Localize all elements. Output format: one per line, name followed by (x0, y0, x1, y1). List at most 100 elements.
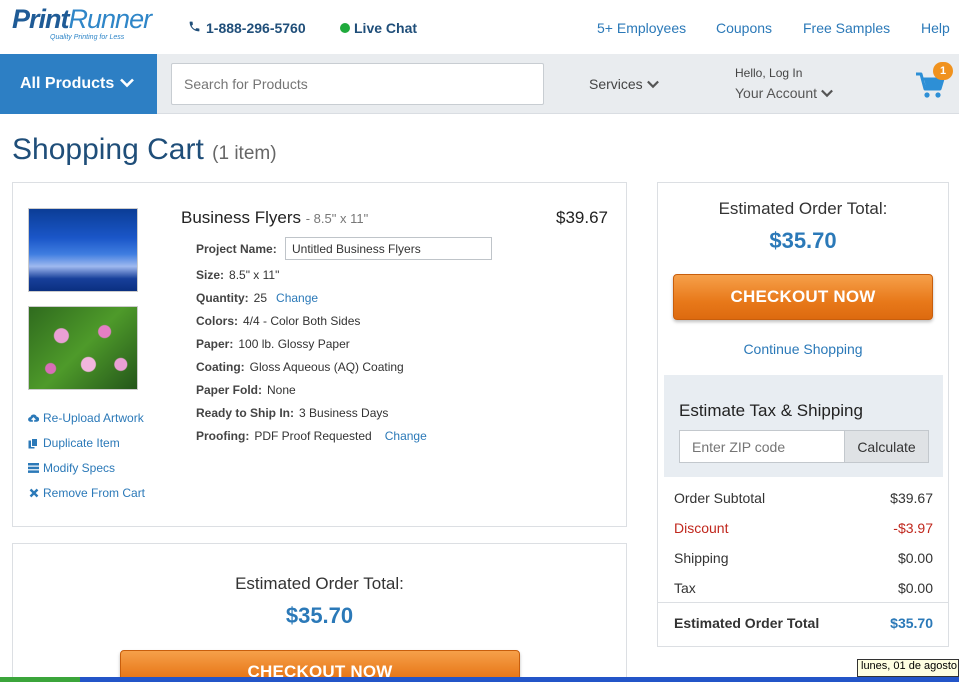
continue-shopping-link[interactable]: Continue Shopping (658, 341, 948, 357)
spec-row-size: Size: 8.5" x 11" (196, 268, 279, 282)
spec-row-colors: Colors: 4/4 - Color Both Sides (196, 314, 360, 328)
spec-label: Paper Fold: (196, 383, 263, 397)
subtotal-value: $39.67 (890, 490, 933, 506)
login-greeting[interactable]: Hello, Log In (735, 66, 802, 80)
page-title-text: Shopping Cart (12, 133, 204, 166)
change-quantity-link[interactable]: Change (276, 291, 318, 305)
spec-row-quantity: Quantity: 25 Change (196, 291, 318, 305)
product-size-suffix: - 8.5" x 11" (305, 211, 369, 226)
help-link[interactable]: Help (921, 20, 950, 36)
shipping-label: Shipping (674, 550, 729, 566)
order-total-label: Estimated Order Total (674, 615, 820, 631)
nav-bar: All Products Services Hello, Log In Your… (0, 54, 959, 114)
spec-value: 25 (253, 291, 268, 305)
logo-tagline: Quality Printing for Less (50, 34, 125, 41)
spec-row-paper-fold: Paper Fold: None (196, 383, 296, 397)
printrunner-logo[interactable]: PrintRunner (12, 4, 153, 35)
coupons-link[interactable]: Coupons (716, 20, 772, 36)
zip-code-input[interactable] (679, 430, 846, 463)
spec-value: 3 Business Days (299, 406, 389, 420)
tax-value: $0.00 (897, 580, 933, 596)
tax-label: Tax (674, 580, 696, 596)
spec-label: Coating: (196, 360, 245, 374)
total-divider (658, 602, 948, 603)
checkout-button[interactable]: CHECKOUT NOW (673, 274, 933, 320)
artwork-front-thumbnail[interactable] (28, 208, 138, 292)
spec-row-coating: Coating: Gloss Aqueous (AQ) Coating (196, 360, 404, 374)
product-title: Business Flyers - 8.5" x 11" (181, 208, 368, 228)
all-products-label: All Products (20, 75, 115, 92)
tax-shipping-box: Estimate Tax & Shipping Calculate (664, 375, 943, 477)
spec-row-ship-time: Ready to Ship In: 3 Business Days (196, 406, 388, 420)
product-price: $39.67 (556, 208, 608, 227)
search-input[interactable] (171, 63, 544, 105)
spec-value: 100 lb. Glossy Paper (238, 337, 350, 351)
list-icon (28, 463, 39, 474)
live-chat-link[interactable]: Live Chat (340, 20, 417, 36)
chevron-down-icon (120, 75, 135, 93)
spec-row-paper: Paper: 100 lb. Glossy Paper (196, 337, 350, 351)
cloud-upload-icon (28, 413, 39, 424)
phone-link[interactable]: 1-888-296-5760 (188, 20, 306, 36)
date-tooltip: lunes, 01 de agosto de (857, 659, 959, 677)
remove-from-cart-link[interactable]: Remove From Cart (28, 486, 145, 500)
estimated-total-label: Estimated Order Total: (718, 199, 888, 218)
spec-row-proofing: Proofing: PDF Proof Requested Change (196, 429, 427, 443)
logo-print-text: Print (12, 4, 70, 34)
spec-label: Quantity: (196, 291, 249, 305)
spec-value: 4/4 - Color Both Sides (243, 314, 361, 328)
bottom-order-total-panel: Estimated Order Total: $35.70 CHECKOUT N… (12, 543, 627, 682)
all-products-button[interactable]: All Products (0, 54, 157, 114)
phone-icon (188, 20, 201, 36)
spec-label: Ready to Ship In: (196, 406, 295, 420)
cart-item-count: (1 item) (212, 143, 277, 164)
modify-specs-link[interactable]: Modify Specs (28, 461, 115, 475)
change-proofing-link[interactable]: Change (385, 429, 427, 443)
spec-label: Paper: (196, 337, 234, 351)
project-name-label: Project Name: (196, 242, 277, 256)
duplicate-item-link[interactable]: Duplicate Item (28, 436, 120, 450)
spec-value: None (267, 383, 296, 397)
shipping-value: $0.00 (897, 550, 933, 566)
chevron-down-icon (646, 76, 659, 92)
subtotal-label: Order Subtotal (674, 490, 766, 506)
free-samples-link[interactable]: Free Samples (803, 20, 890, 36)
project-name-row: Project Name: (196, 242, 277, 256)
discount-value: -$3.97 (893, 520, 933, 536)
artwork-back-thumbnail[interactable] (28, 306, 138, 390)
bottom-estimated-total-label: Estimated Order Total: (235, 574, 404, 593)
discount-label: Discount (674, 520, 729, 536)
estimated-total-value: $35.70 (769, 228, 837, 253)
cart-item-panel: Re-Upload Artwork Duplicate Item Modify … (12, 182, 627, 527)
order-total-value: $35.70 (890, 615, 933, 631)
remove-from-cart-label: Remove From Cart (43, 486, 146, 500)
calculate-button[interactable]: Calculate (844, 430, 929, 463)
spec-value: Gloss Aqueous (AQ) Coating (249, 360, 404, 374)
reupload-artwork-label: Re-Upload Artwork (43, 411, 144, 425)
spec-value: PDF Proof Requested (254, 429, 372, 443)
services-menu[interactable]: Services (589, 76, 659, 92)
spec-label: Size: (196, 268, 225, 282)
page-title: Shopping Cart (1 item) (12, 133, 277, 167)
logo-runner-text: Runner (68, 4, 153, 34)
product-name: Business Flyers (181, 208, 301, 227)
your-account-label: Your Account (735, 85, 817, 101)
live-chat-label: Live Chat (354, 20, 418, 36)
chevron-down-icon (821, 85, 833, 101)
tax-shipping-title: Estimate Tax & Shipping (679, 401, 863, 420)
reupload-artwork-link[interactable]: Re-Upload Artwork (28, 411, 144, 425)
bottom-estimated-total-value: $35.70 (285, 603, 354, 628)
modify-specs-label: Modify Specs (43, 461, 116, 475)
os-taskbar (0, 677, 959, 682)
spec-value: 8.5" x 11" (229, 268, 280, 282)
spec-label: Proofing: (196, 429, 250, 443)
spec-label: Colors: (196, 314, 238, 328)
services-label: Services (589, 76, 643, 92)
cart-count-badge: 1 (933, 62, 953, 80)
your-account-menu[interactable]: Your Account (735, 85, 833, 101)
project-name-field[interactable] (285, 237, 492, 260)
duplicate-item-label: Duplicate Item (43, 436, 120, 450)
phone-number: 1-888-296-5760 (206, 20, 306, 36)
employees-link[interactable]: 5+ Employees (597, 20, 686, 36)
chat-status-icon (340, 23, 350, 33)
